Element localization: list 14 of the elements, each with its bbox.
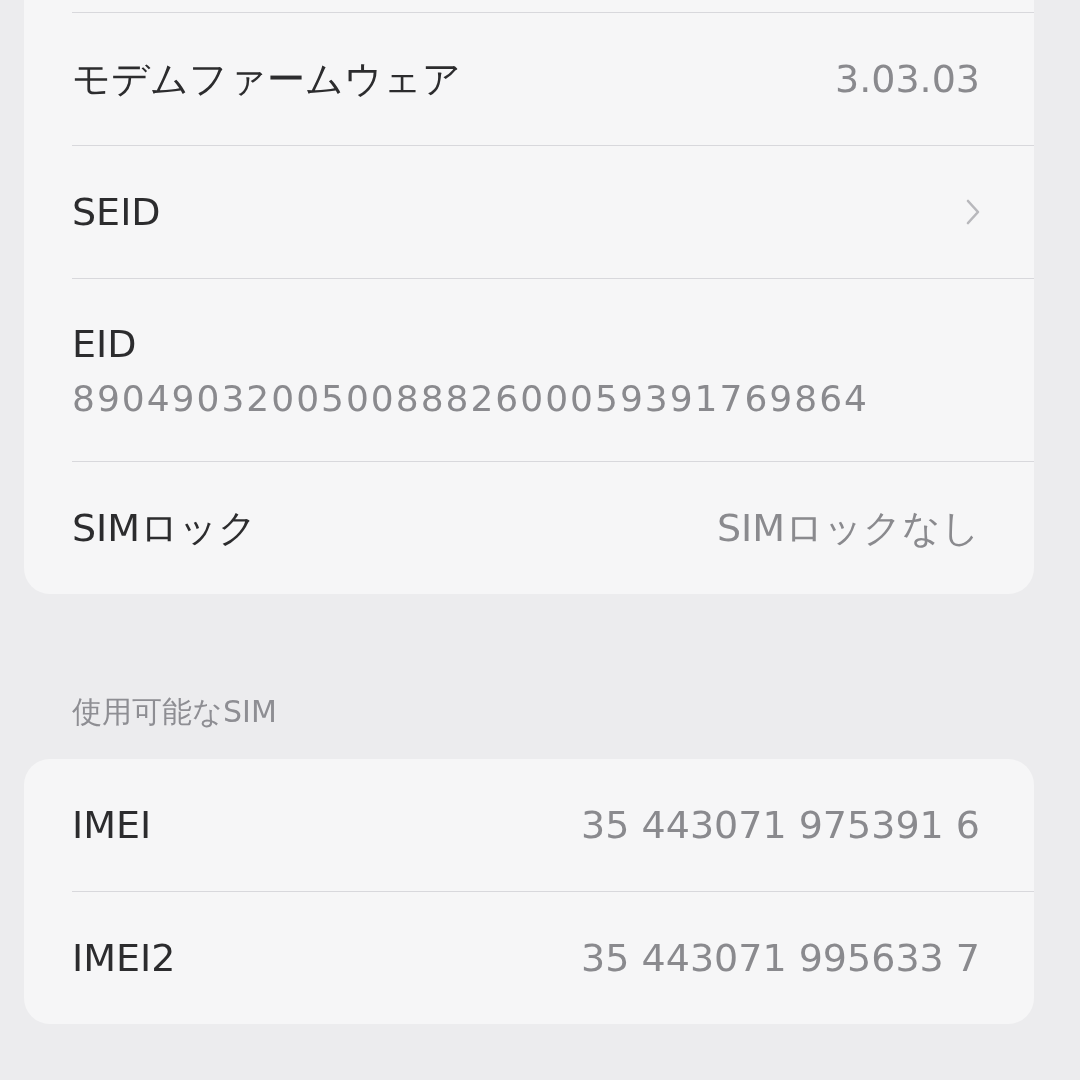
row-label: SIMロック (72, 504, 258, 552)
settings-row[interactable]: SEID (72, 146, 980, 278)
row-label: IMEI2 (72, 936, 176, 980)
row-value: SIMロックなし (716, 504, 980, 552)
row-label: IMEI (72, 803, 152, 847)
row-value: 3.03.03 (834, 57, 980, 101)
row-value: 89049032005008882600059391769864 (72, 377, 869, 419)
row-label: EID (72, 321, 137, 366)
row-value: 35 443071 975391 6 (581, 803, 980, 847)
row-label: モデムファームウェア (72, 55, 461, 103)
section-header: 使用可能なSIM (71, 693, 278, 731)
row-value: 35 443071 995633 7 (581, 936, 980, 980)
row-label: SEID (72, 190, 161, 234)
chevron-right-icon (966, 199, 980, 225)
